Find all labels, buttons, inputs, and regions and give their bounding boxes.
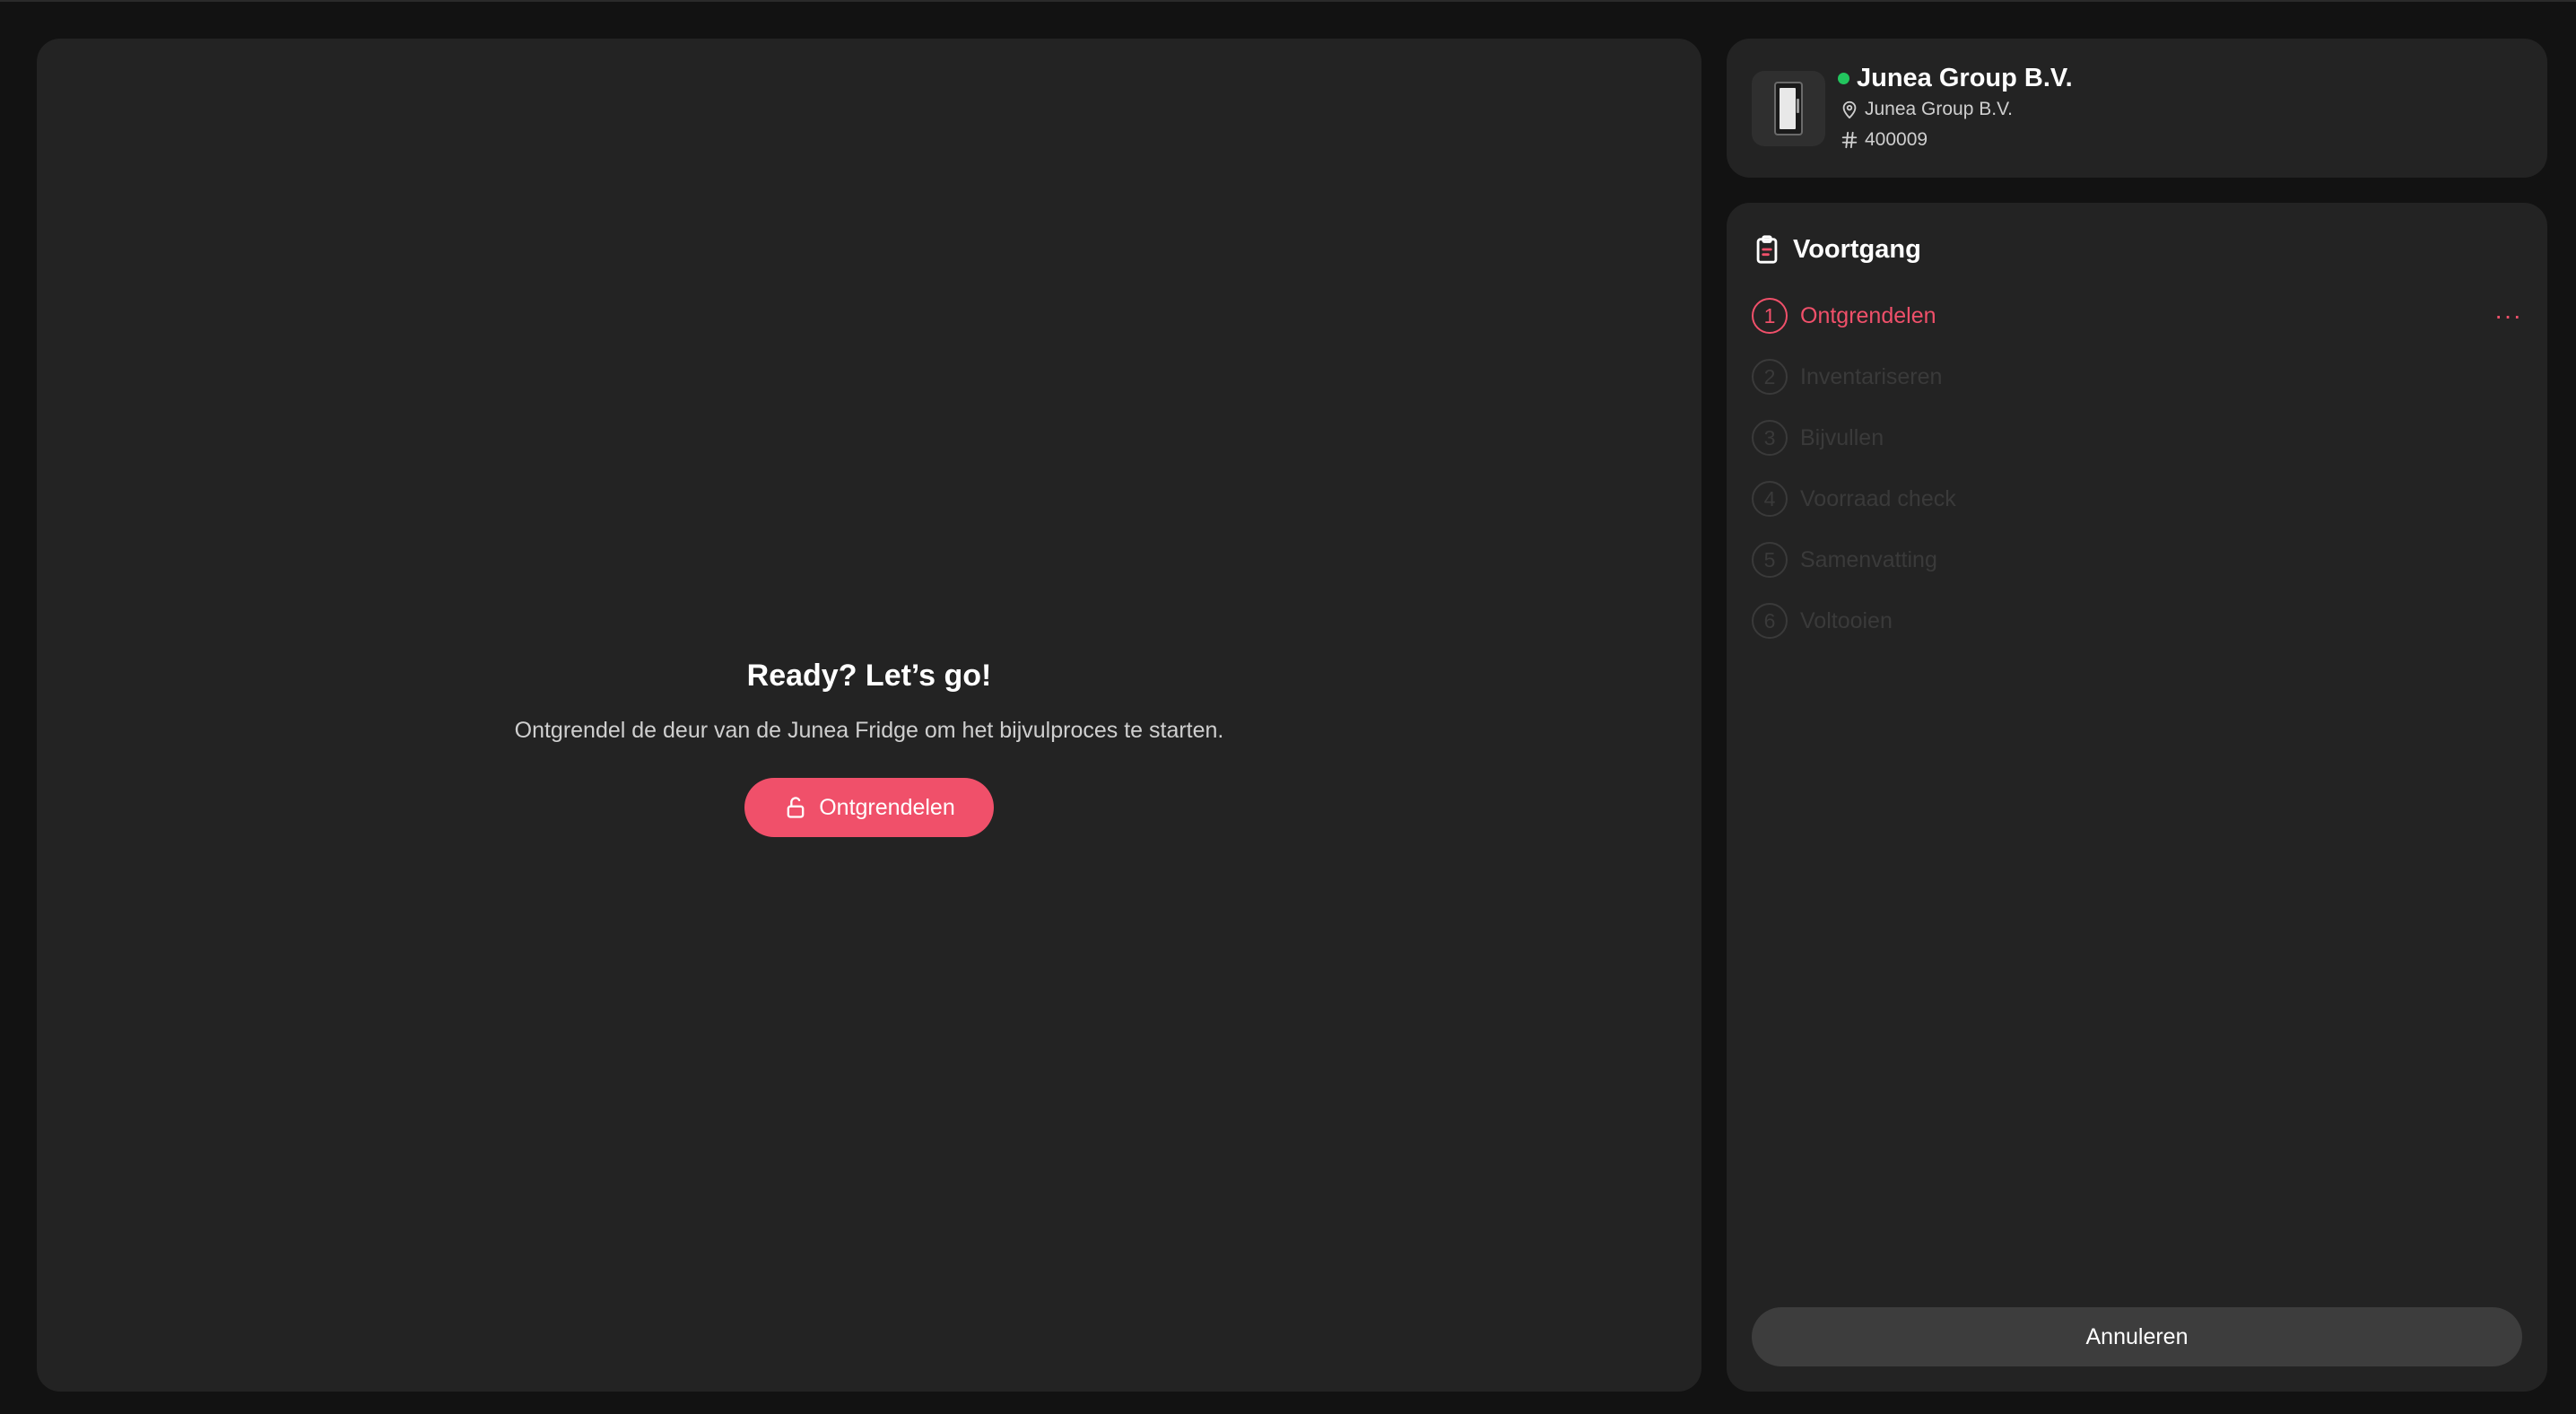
steps-list: 1 Ontgrendelen ··· 2 Inventariseren 3 Bi… [1752,285,2522,651]
device-title-row: Junea Group B.V. [1838,62,2073,94]
device-location: Junea Group B.V. [1840,94,2073,125]
step-number: 3 [1752,420,1788,456]
step-item[interactable]: 6 Voltooien [1752,590,2522,651]
hero-subtitle: Ontgrendel de deur van de Junea Fridge o… [514,718,1224,743]
step-item[interactable]: 2 Inventariseren [1752,346,2522,407]
step-label: Voltooien [1800,607,1893,633]
step-item[interactable]: 4 Voorraad check [1752,468,2522,529]
cancel-button[interactable]: Annuleren [1752,1307,2522,1366]
device-id-label: 400009 [1865,129,1928,150]
step-label: Samenvatting [1800,546,1937,572]
progress-title: Voortgang [1793,234,1921,264]
step-number: 5 [1752,542,1788,578]
step-item[interactable]: 1 Ontgrendelen ··· [1752,285,2522,346]
fridge-thumbnail [1752,71,1825,146]
device-location-label: Junea Group B.V. [1865,99,2014,119]
map-pin-icon [1842,100,1857,119]
device-id: 400009 [1840,125,2073,155]
progress-header: Voortgang [1752,228,1921,271]
step-number: 1 [1752,298,1788,334]
step-item[interactable]: 5 Samenvatting [1752,529,2522,590]
hero-title: Ready? Let’s go! [746,659,992,693]
status-dot [1838,72,1849,84]
device-info: Junea Group B.V. Junea Group B.V. 400009 [1838,62,2073,155]
step-item[interactable]: 3 Bijvullen [1752,407,2522,468]
clipboard-icon [1756,235,1778,264]
step-number: 4 [1752,481,1788,517]
step-label: Inventariseren [1800,363,1943,389]
progress-card: Voortgang 1 Ontgrendelen ··· 2 Inventari… [1727,203,2547,1392]
lock-open-icon [787,797,805,818]
hero: Ready? Let’s go! Ontgrendel de deur van … [37,656,1701,837]
step-label: Ontgrendelen [1800,302,1936,328]
main-panel: Ready? Let’s go! Ontgrendel de deur van … [37,39,1701,1392]
app-frame: Ready? Let’s go! Ontgrendel de deur van … [0,0,2576,1414]
step-number: 2 [1752,359,1788,395]
more-options-icon[interactable]: ··· [2494,301,2522,330]
step-number: 6 [1752,603,1788,639]
hash-icon [1841,131,1858,149]
device-name: Junea Group B.V. [1857,63,2073,92]
unlock-button[interactable]: Ontgrendelen [744,778,994,837]
step-label: Voorraad check [1800,485,1956,511]
unlock-button-label: Ontgrendelen [819,794,955,820]
step-label: Bijvullen [1800,424,1884,450]
device-card: Junea Group B.V. Junea Group B.V. 400009 [1727,39,2547,178]
fridge-icon [1774,82,1803,135]
